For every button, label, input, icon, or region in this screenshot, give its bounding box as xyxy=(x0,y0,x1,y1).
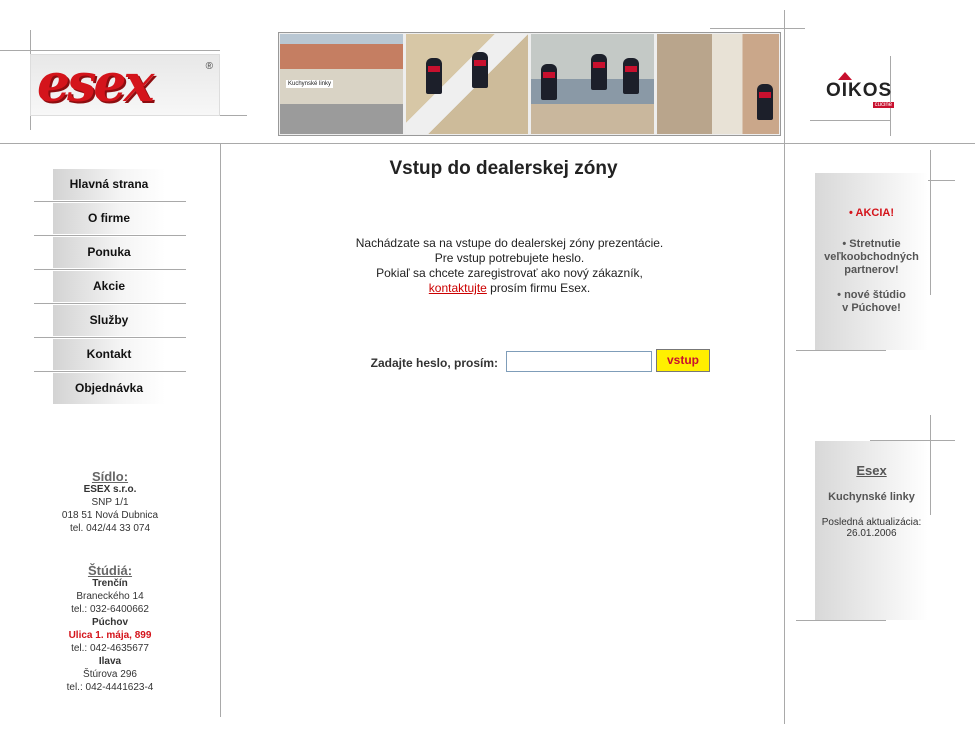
news-panel: • AKCIA! • Stretnutie veľkoobchodných pa… xyxy=(815,173,928,350)
divider xyxy=(810,120,890,121)
menu-item-hlavna-strana[interactable]: Hlavná strana xyxy=(53,169,165,200)
menu-item-o-firme[interactable]: O firme xyxy=(53,203,165,234)
divider xyxy=(710,28,805,29)
divider xyxy=(0,50,220,51)
logo-text: esex xyxy=(37,53,154,114)
menu-item-kontakt[interactable]: Kontakt xyxy=(53,339,165,370)
studio-puchov-street: Ulica 1. mája, 899 xyxy=(68,630,152,641)
intro-line-2: Pre vstup potrebujete heslo. xyxy=(434,251,585,265)
sidlo-block: Sídlo: ESEX s.r.o. SNP 1/1 018 51 Nová D… xyxy=(40,470,180,535)
news-item-akcia[interactable]: • AKCIA! xyxy=(815,207,928,220)
menu-item-sluzby[interactable]: Služby xyxy=(53,305,165,336)
intro-line-3: Pokiaľ sa chcete zaregistrovať ako nový … xyxy=(376,266,643,280)
news-item-meeting-3[interactable]: partnerov! xyxy=(815,264,928,277)
info-panel: Esex Kuchynské linky Posledná aktualizác… xyxy=(815,441,928,620)
divider xyxy=(930,415,931,515)
info-subtitle: Kuchynské linky xyxy=(828,491,915,503)
password-input[interactable] xyxy=(506,351,652,372)
password-label: Zadajte heslo, prosím: xyxy=(370,356,498,370)
intro-text: Nachádzate sa na vstupe do dealerskej zó… xyxy=(222,236,797,296)
news-item-meeting-1[interactable]: • Stretnutie xyxy=(815,238,928,251)
menu-item-akcie[interactable]: Akcie xyxy=(53,271,165,302)
contact-link[interactable]: kontaktujte xyxy=(429,281,487,295)
sidlo-street: SNP 1/1 xyxy=(91,497,129,508)
studio-ilava-phone: tel.: 042-4441623-4 xyxy=(66,682,154,693)
divider xyxy=(784,10,785,724)
studio-trencin-street: Braneckého 14 xyxy=(76,591,144,602)
company-name: ESEX s.r.o. xyxy=(83,484,137,495)
registered-mark: ® xyxy=(205,61,213,72)
photo-sign-text: Kuchynské linky xyxy=(286,80,334,88)
divider xyxy=(796,620,886,621)
studio-ilava-street: Štúrova 296 xyxy=(83,669,137,680)
esex-logo[interactable]: esex ® xyxy=(30,54,220,116)
intro-line-4-rest: prosím firmu Esex. xyxy=(486,281,591,295)
studio-ilava-name: Ilava xyxy=(98,656,122,667)
sidlo-city: 018 51 Nová Dubnica xyxy=(61,510,159,521)
oikos-logo[interactable]: OIKOS cucine xyxy=(826,72,896,108)
sidlo-title: Sídlo: xyxy=(91,469,129,484)
divider xyxy=(0,143,975,144)
divider xyxy=(220,143,221,717)
photo-building: Kuchynské linky xyxy=(280,34,403,134)
menu-item-ponuka[interactable]: Ponuka xyxy=(53,237,165,268)
news-item-studio-2[interactable]: v Púchove! xyxy=(815,302,928,315)
studia-block: Štúdiá: Trenčín Braneckého 14 tel.: 032-… xyxy=(40,564,180,694)
studio-puchov-name: Púchov xyxy=(91,617,129,628)
photo-workshop xyxy=(405,34,528,134)
updated-label: Posledná aktualizácia: xyxy=(821,517,922,528)
oikos-sub: cucine xyxy=(872,102,894,108)
studio-trencin-name: Trenčín xyxy=(92,578,128,589)
studio-trencin-phone: tel.: 032-6400662 xyxy=(71,604,149,615)
intro-line-4: kontaktujte prosím firmu Esex. xyxy=(222,281,797,296)
news-item-meeting-2[interactable]: veľkoobchodných xyxy=(815,251,928,264)
oikos-text: OIKOS xyxy=(826,80,893,101)
page-title: Vstup do dealerskej zóny xyxy=(389,158,618,179)
sidlo-phone: tel. 042/44 33 074 xyxy=(69,523,151,534)
info-title[interactable]: Esex xyxy=(815,463,928,478)
photo-production xyxy=(531,34,654,134)
photo-warehouse xyxy=(656,34,779,134)
updated-date: 26.01.2006 xyxy=(846,528,897,539)
menu-item-objednavka[interactable]: Objednávka xyxy=(53,373,165,404)
submit-button[interactable]: vstup xyxy=(656,349,710,372)
studio-puchov-phone: tel.: 042-4635677 xyxy=(71,643,149,654)
divider xyxy=(796,350,886,351)
intro-line-1: Nachádzate sa na vstupe do dealerskej zó… xyxy=(355,236,664,250)
divider xyxy=(930,150,931,295)
news-item-studio-1[interactable]: • nové štúdio xyxy=(815,289,928,302)
studia-title: Štúdiá: xyxy=(87,563,133,578)
header-photo-strip: Kuchynské linky xyxy=(278,32,781,136)
